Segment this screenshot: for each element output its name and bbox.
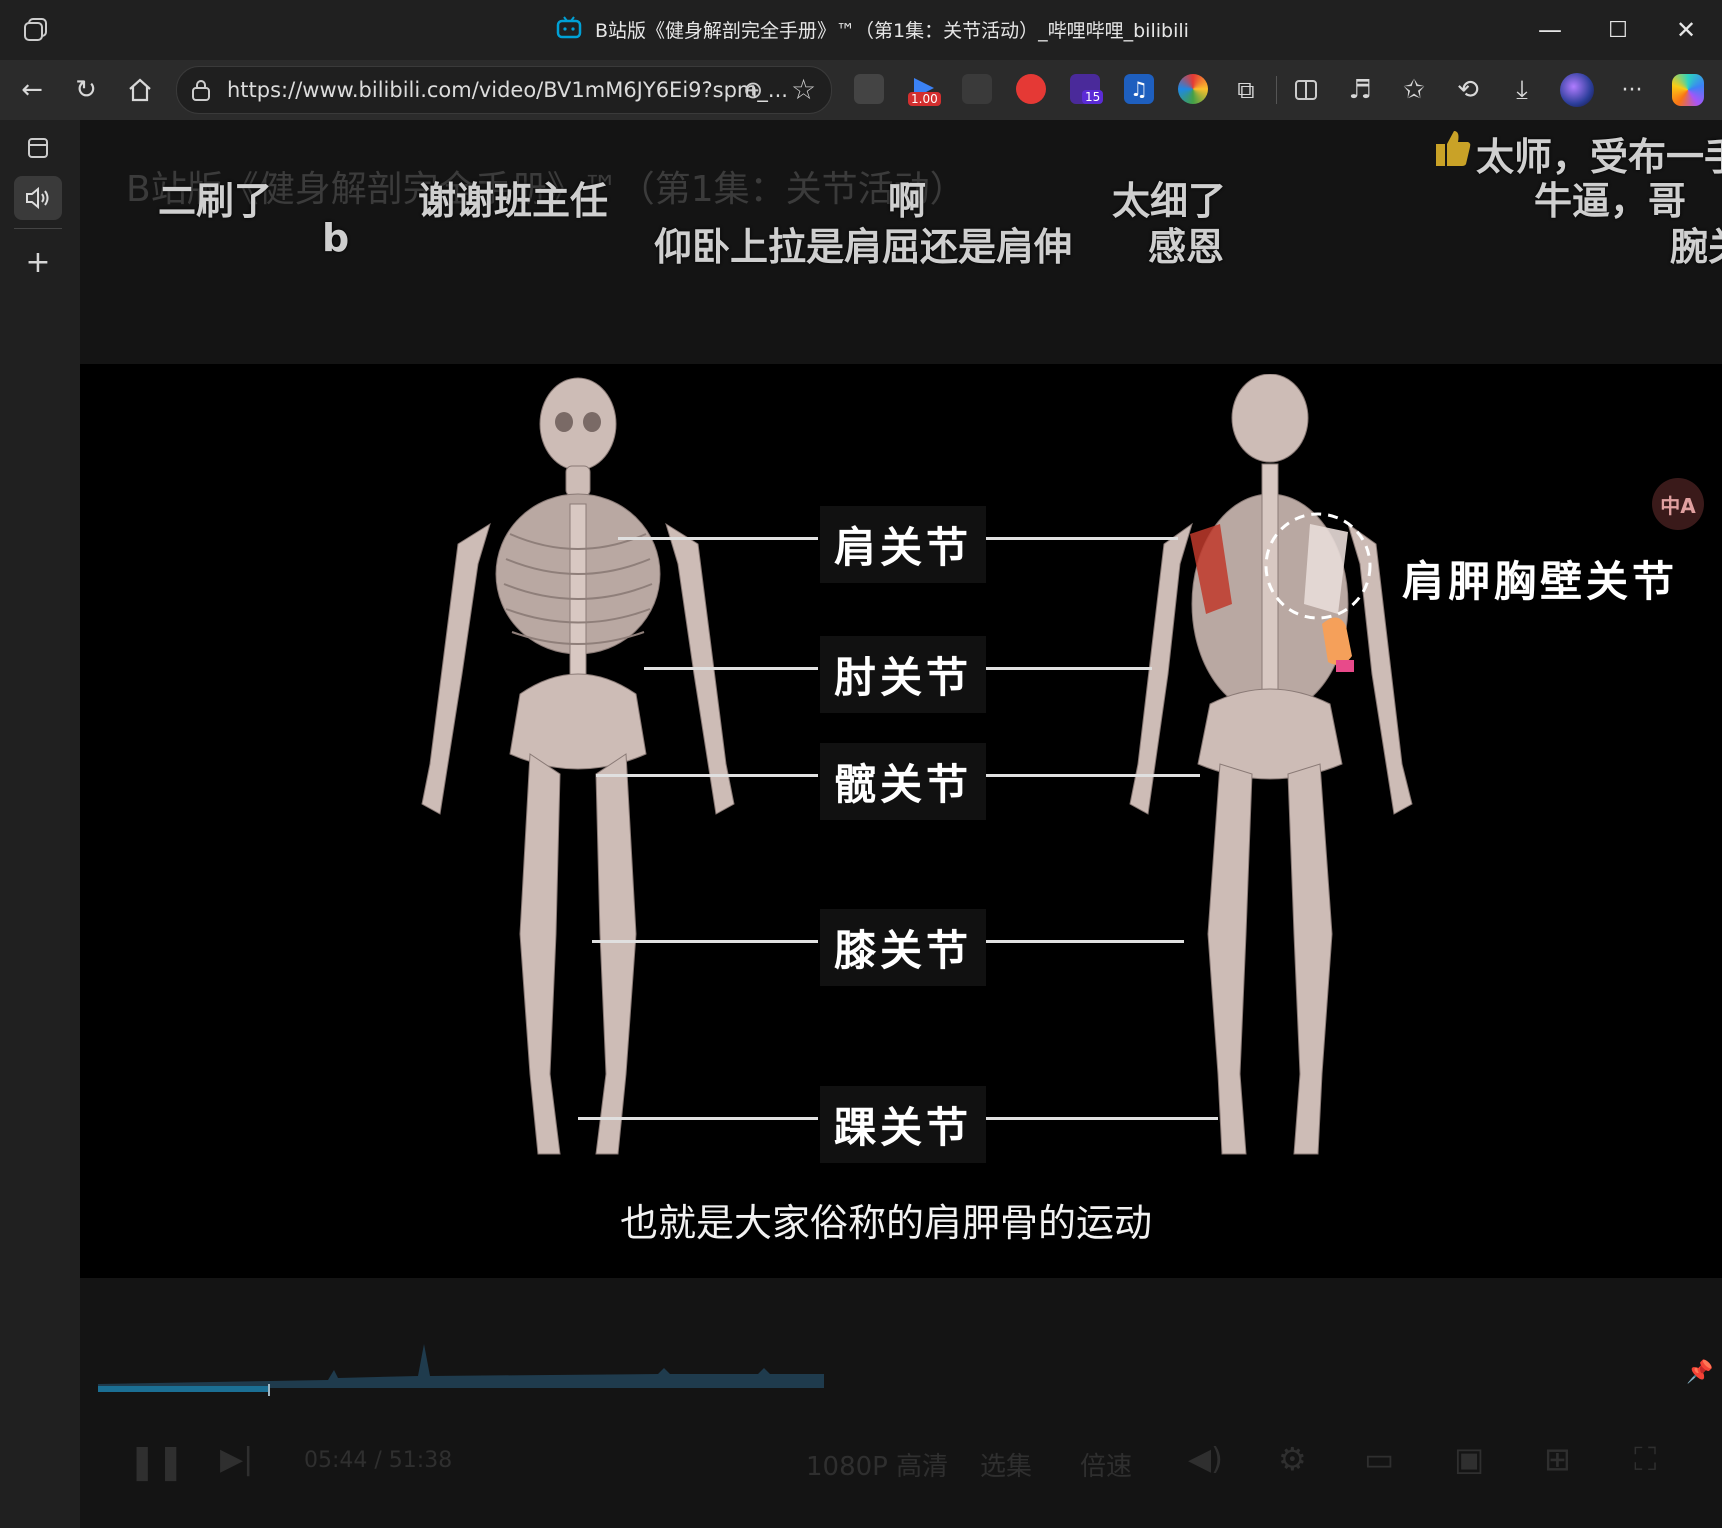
- settings-gear-icon[interactable]: ⚙: [1278, 1440, 1307, 1478]
- danmaku-item: 牛逼，哥: [1534, 179, 1687, 223]
- joint-label-shoulder: 肩关节: [820, 506, 987, 583]
- scapulothoracic-label: 肩胛胸壁关节: [1402, 557, 1679, 606]
- danmaku-item: 腕关: [1670, 225, 1722, 269]
- joint-label-knee: 膝关节: [820, 909, 987, 986]
- profile-avatar[interactable]: [1560, 73, 1594, 107]
- new-tab-plus-icon[interactable]: +: [14, 240, 62, 284]
- danmaku-item: 谢谢班主任: [418, 179, 609, 223]
- zoom-icon[interactable]: ⊕: [743, 76, 763, 104]
- back-skeleton-illustration: [1129, 374, 1413, 1155]
- window-title: B站版《健身解剖完全手册》™（第1集：关节活动）_哔哩哔哩_bilibili: [595, 20, 1189, 42]
- shoulder-line-right: [978, 537, 1178, 540]
- danmaku-heat-graph[interactable]: [98, 1330, 828, 1400]
- elbow-line-left: [644, 667, 818, 670]
- bilibili-tv-icon: [556, 16, 582, 40]
- copilot-icon[interactable]: [1672, 74, 1704, 106]
- thumbs-up-icon: [1434, 128, 1472, 168]
- sidebar-divider: [14, 228, 62, 229]
- next-button[interactable]: ▶|: [220, 1442, 253, 1477]
- title-bar: B站版《健身解剖完全手册》™（第1集：关节活动）_哔哩哔哩_bilibili —…: [0, 0, 1722, 60]
- danmaku-item: b: [322, 216, 350, 260]
- media-control-icon[interactable]: ♬: [1342, 72, 1378, 108]
- video-subtitle: 也就是大家俗称的肩胛骨的运动: [620, 1201, 1153, 1245]
- address-bar[interactable]: https://www.bilibili.com/video/BV1mM6JY6…: [176, 66, 832, 114]
- back-icon[interactable]: ←: [14, 72, 50, 108]
- joint-label-elbow: 肘关节: [820, 636, 987, 713]
- home-icon[interactable]: [122, 72, 158, 108]
- history-icon[interactable]: ⟲: [1450, 72, 1486, 108]
- close-button[interactable]: ✕: [1666, 12, 1706, 48]
- danmaku-item: 二刷了: [158, 179, 273, 223]
- ankle-line-right: [978, 1117, 1218, 1120]
- minimize-button[interactable]: —: [1530, 12, 1570, 48]
- favorites-icon[interactable]: ✩: [1396, 72, 1432, 108]
- hip-line-right: [978, 774, 1200, 777]
- pin-icon[interactable]: 📌: [1686, 1360, 1713, 1385]
- video-frame[interactable]: 肩关节 肘关节 髋关节 膝关节 踝关节 中A: [80, 364, 1722, 1278]
- vertical-tab-sidebar: +: [0, 120, 78, 1528]
- elbow-line-right: [978, 667, 1152, 670]
- extension-stop-hand-icon[interactable]: [1016, 74, 1046, 104]
- tab-actions-icon[interactable]: [22, 16, 50, 42]
- quality-button[interactable]: 1080P 高清: [806, 1446, 948, 1483]
- wide-mode-icon[interactable]: ▣: [1454, 1440, 1484, 1478]
- download-icon[interactable]: ⤓: [1504, 72, 1540, 108]
- joint-label-ankle: 踝关节: [820, 1086, 987, 1163]
- episode-select-button[interactable]: 选集: [980, 1446, 1032, 1483]
- extension-color-icon[interactable]: [1178, 74, 1208, 104]
- hip-line-left: [596, 774, 818, 777]
- wizard-badge: 15: [1082, 90, 1104, 104]
- speed-badge: 1.00: [908, 92, 941, 106]
- fullscreen-icon[interactable]: ⛶: [1634, 1440, 1656, 1479]
- knee-line-right: [978, 940, 1184, 943]
- tab-panel-icon[interactable]: [14, 126, 62, 170]
- web-fullscreen-icon[interactable]: ⊞: [1544, 1440, 1571, 1478]
- translate-icon: 中A: [1660, 493, 1696, 518]
- extensions-puzzle-icon[interactable]: ⧉: [1228, 72, 1264, 108]
- knee-line-left: [592, 940, 818, 943]
- extension-music-icon[interactable]: ♫: [1124, 74, 1154, 104]
- speed-button[interactable]: 倍速: [1080, 1446, 1132, 1483]
- refresh-icon[interactable]: ↻: [68, 72, 104, 108]
- time-display: 05:44 / 51:38: [304, 1448, 453, 1473]
- volume-icon[interactable]: ◀): [1188, 1442, 1223, 1477]
- extension-spy-icon[interactable]: [962, 74, 992, 104]
- ankle-line-left: [578, 1117, 818, 1120]
- active-tab-audio-icon[interactable]: [14, 176, 62, 220]
- extension-glasses-icon[interactable]: [854, 74, 884, 104]
- joint-label-hip: 髋关节: [820, 743, 987, 820]
- toolbar-divider: [1276, 76, 1277, 104]
- browser-toolbar: ← ↻ https://www.bilibili.com/video/BV1mM…: [0, 60, 1722, 120]
- danmaku-item: 感恩: [1148, 225, 1225, 269]
- url-text[interactable]: https://www.bilibili.com/video/BV1mM6JY6…: [227, 78, 788, 102]
- extension-wizard-icon[interactable]: 15: [1070, 74, 1104, 104]
- translate-button[interactable]: 中A: [1652, 478, 1704, 530]
- split-screen-icon[interactable]: [1288, 72, 1324, 108]
- picture-in-picture-icon[interactable]: ▭: [1364, 1440, 1394, 1478]
- lock-icon[interactable]: [191, 79, 211, 101]
- danmaku-item: 仰卧上拉是肩屈还是肩伸: [654, 225, 1073, 269]
- shoulder-line-left: [618, 537, 818, 540]
- favorite-star-icon[interactable]: ☆: [791, 73, 816, 106]
- front-skeleton-illustration: [421, 377, 735, 1155]
- pause-button[interactable]: ❚❚: [128, 1442, 185, 1482]
- maximize-button[interactable]: ☐: [1598, 12, 1638, 48]
- more-menu-icon[interactable]: ···: [1614, 72, 1650, 108]
- extension-speed-icon[interactable]: 1.00: [908, 74, 941, 106]
